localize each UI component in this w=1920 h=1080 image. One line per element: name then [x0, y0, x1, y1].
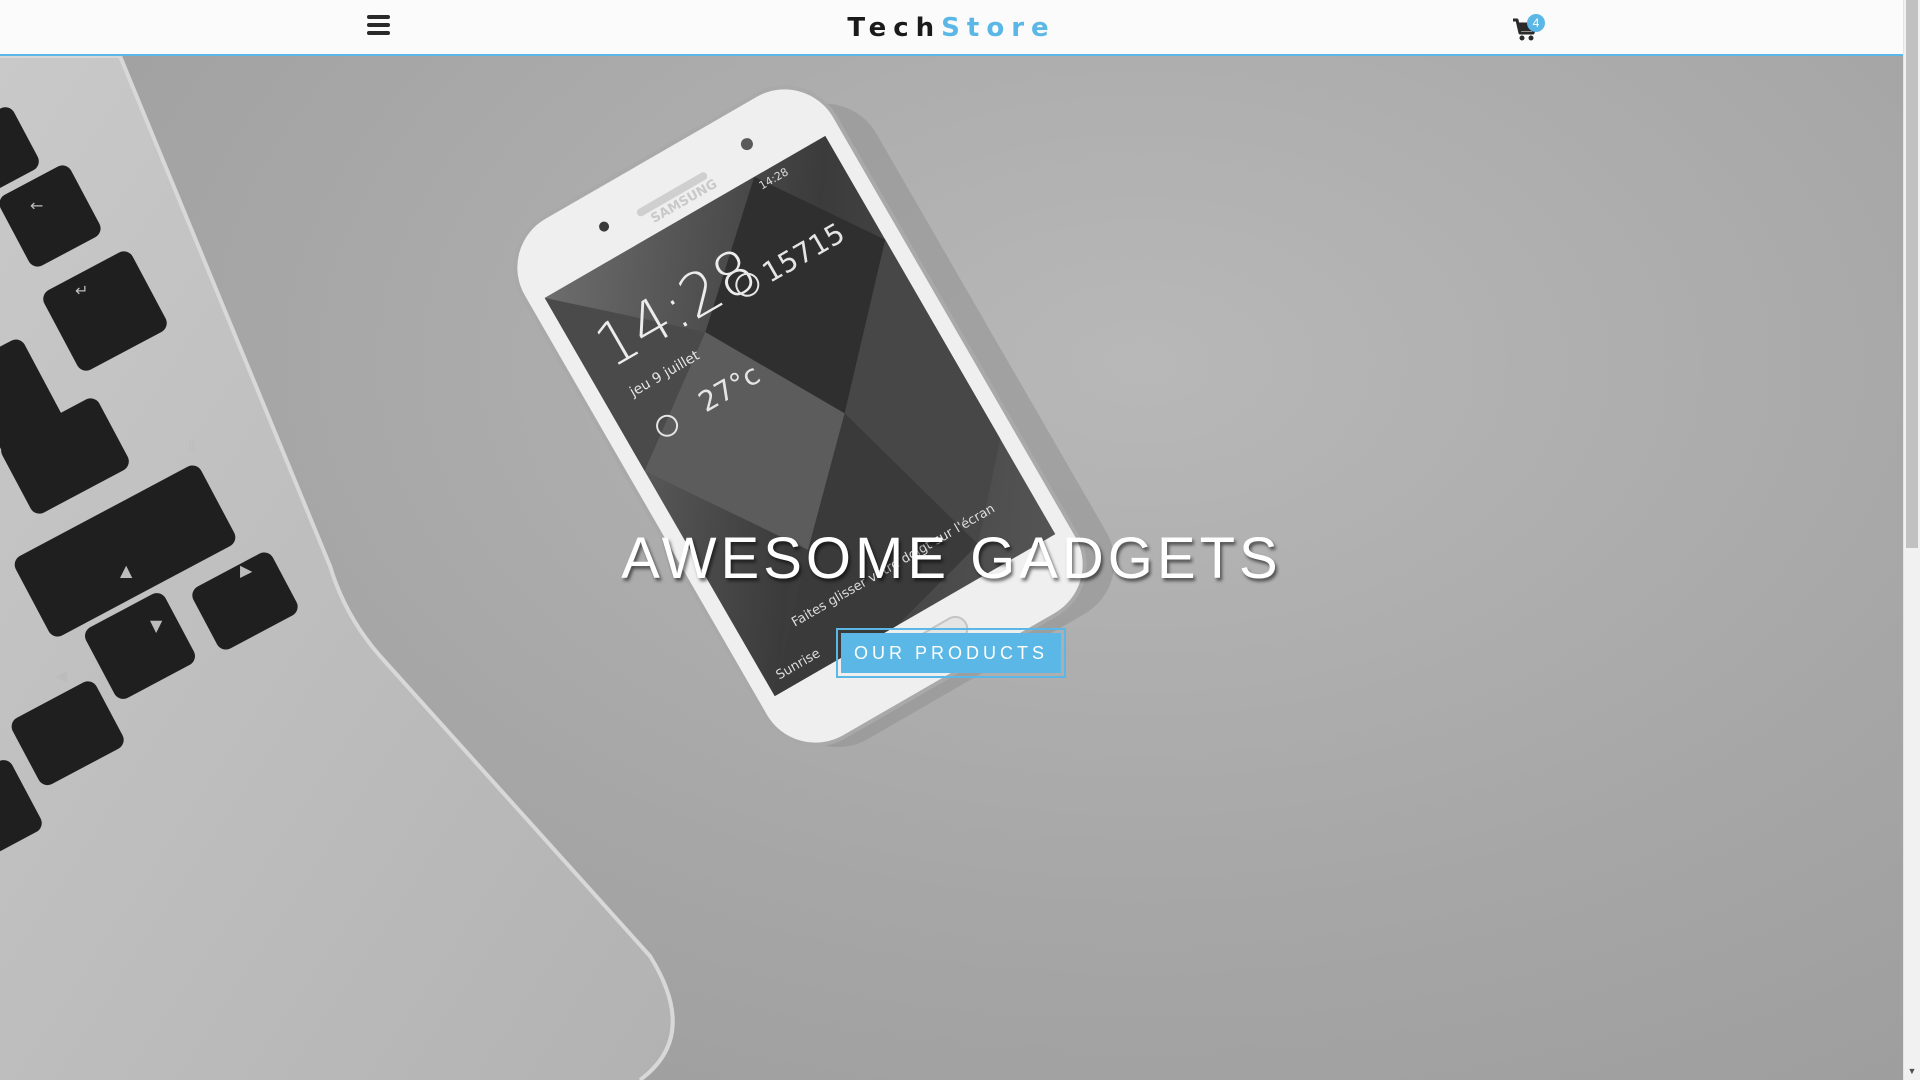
scroll-down-arrow-icon[interactable]: ▼	[1904, 1063, 1920, 1080]
site-logo[interactable]: TechStore	[0, 12, 1903, 44]
our-products-button[interactable]: OUR PRODUCTS	[836, 628, 1066, 678]
hero-banner: ← ↵ ⇧ ▲ ▼ ▶ ◀ SAMSUNG 14:28 14:28 jeu 9 …	[0, 56, 1903, 1080]
hero-title: AWESOME GADGETS	[621, 526, 1282, 591]
svg-text:↵: ↵	[75, 281, 88, 300]
svg-text:←: ←	[30, 196, 43, 215]
our-products-button-label: OUR PRODUCTS	[841, 633, 1061, 673]
svg-text:▼: ▼	[150, 616, 163, 635]
page-scrollbar[interactable]: ▼	[1903, 0, 1920, 1080]
svg-text:◀: ◀	[55, 666, 68, 685]
top-navbar: TechStore 4	[0, 0, 1903, 56]
cart-count-badge: 4	[1527, 14, 1545, 32]
brand-accent-text: Store	[941, 13, 1056, 43]
brand-main-text: Tech	[847, 13, 942, 43]
scrollbar-thumb[interactable]	[1906, 0, 1918, 548]
cart-button[interactable]: 4	[1512, 14, 1548, 46]
svg-text:⇧: ⇧	[185, 436, 198, 455]
